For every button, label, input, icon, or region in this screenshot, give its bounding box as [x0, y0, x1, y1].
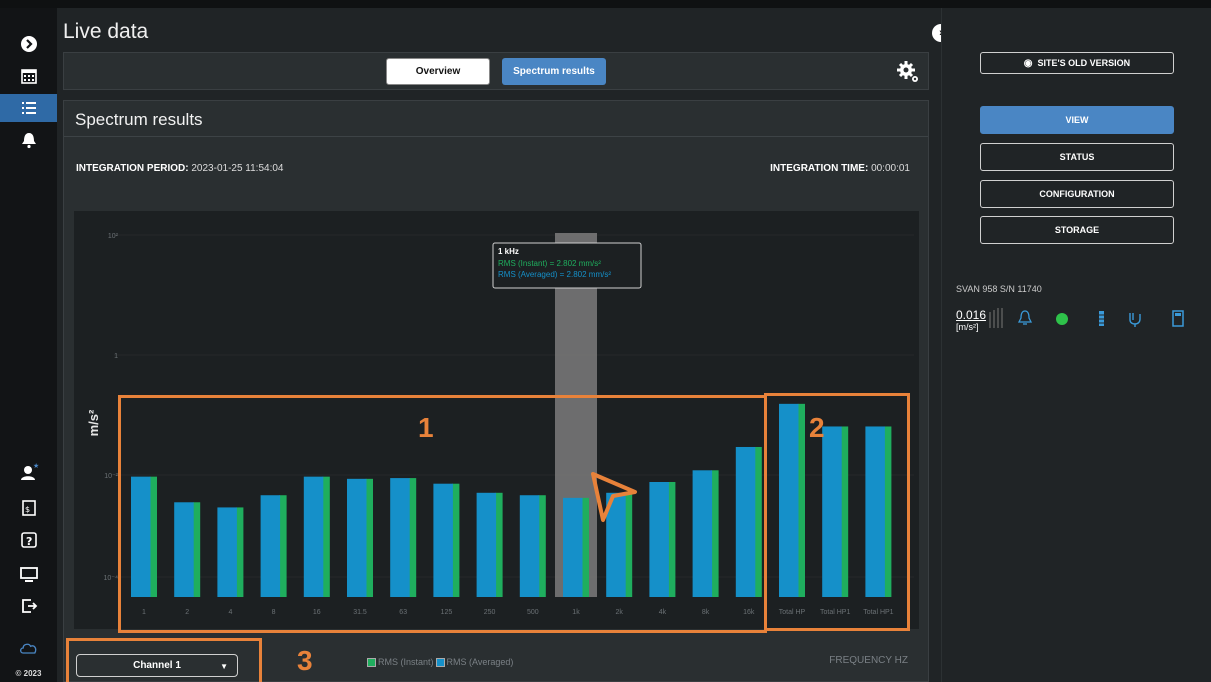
status-button[interactable]: STATUS: [980, 143, 1174, 171]
monitor-icon[interactable]: [0, 560, 57, 588]
user-favorite-icon[interactable]: ★: [0, 458, 57, 486]
integration-time: INTEGRATION TIME: 00:00:01: [770, 163, 910, 174]
legend-instant-label[interactable]: RMS (Instant): [378, 657, 434, 667]
annotation-number-1: 1: [418, 412, 434, 443]
cursor-arrow-icon: [591, 472, 637, 522]
tooltip-averaged: RMS (Averaged) = 2.802 mm/s²: [498, 270, 611, 279]
annotation-number-2: 2: [809, 412, 825, 443]
bell-icon[interactable]: [0, 126, 57, 154]
app-root: ★ $ ? © 2023 Live data Overview Spectrum…: [0, 0, 1211, 682]
device-value: 0.016: [956, 308, 987, 322]
old-version-label: SITE'S OLD VERSION: [1037, 58, 1131, 68]
integration-period-label: INTEGRATION PERIOD:: [76, 163, 189, 174]
left-nav: ★ $ ? © 2023: [0, 8, 57, 682]
integration-time-label: INTEGRATION TIME:: [770, 163, 869, 174]
y-tick-label: 1: [114, 353, 118, 360]
expand-nav-icon[interactable]: [0, 30, 57, 58]
list-icon[interactable]: [0, 94, 57, 122]
level-meter-icon: [989, 308, 1003, 328]
svg-text:?: ?: [26, 535, 32, 548]
configuration-button[interactable]: CONFIGURATION: [980, 180, 1174, 208]
power-plug-icon: [1129, 313, 1141, 327]
view-button[interactable]: VIEW: [980, 106, 1174, 134]
calendar-icon[interactable]: [0, 62, 57, 90]
integration-period-value: 2023-01-25 11:54:04: [191, 163, 284, 174]
device-name: SVAN 958 S/N 11740: [956, 284, 1042, 294]
svg-text:$: $: [25, 505, 30, 514]
status-dot-icon: [1056, 313, 1068, 325]
y-tick-label: 10²: [108, 233, 119, 240]
tab-overview[interactable]: Overview: [386, 58, 490, 85]
annotation-number-3: 3: [297, 645, 313, 676]
y-axis-label: m/s²: [86, 409, 101, 436]
svg-text:★: ★: [33, 462, 39, 470]
alarm-bell-icon[interactable]: [1017, 308, 1033, 328]
frequency-axis-label: FREQUENCY HZ: [829, 655, 908, 666]
integration-period: INTEGRATION PERIOD: 2023-01-25 11:54:04: [76, 163, 284, 174]
legend-averaged-swatch[interactable]: [435, 657, 445, 667]
chart-legend: RMS (Instant) RMS (Averaged): [367, 657, 513, 667]
tab-bar: Overview Spectrum results: [63, 52, 929, 90]
annotation-box-1: [118, 395, 767, 633]
tooltip-instant: RMS (Instant) = 2.802 mm/s²: [498, 259, 601, 268]
top-strip: [0, 0, 1211, 8]
panel-divider: [64, 136, 928, 137]
billing-icon[interactable]: $: [0, 494, 57, 522]
copyright: © 2023: [15, 669, 42, 678]
legend-instant-swatch[interactable]: [367, 657, 376, 667]
logout-icon[interactable]: [0, 592, 57, 620]
y-tick-label: 10⁻²: [104, 473, 118, 480]
tooltip-title: 1 kHz: [498, 247, 519, 256]
page-title: Live data: [63, 20, 149, 43]
legend-averaged-label[interactable]: RMS (Averaged): [447, 657, 514, 667]
integration-time-value: 00:00:01: [871, 163, 910, 174]
device-unit: [m/s²]: [956, 322, 979, 332]
storage-button[interactable]: STORAGE: [980, 216, 1174, 244]
battery-icon: [1099, 311, 1104, 326]
memory-card-icon: [1172, 310, 1184, 327]
annotation-box-2: [764, 393, 910, 631]
y-tick-label: 10⁻⁴: [104, 575, 119, 582]
help-icon[interactable]: ?: [0, 526, 57, 554]
right-panel: ◉ SITE'S OLD VERSION VIEW STATUS CONFIGU…: [941, 8, 1211, 682]
cloud-logo-icon: [0, 634, 57, 662]
tab-spectrum-results[interactable]: Spectrum results: [502, 58, 606, 85]
settings-gear-icon[interactable]: [896, 60, 920, 84]
annotation-box-3: [66, 638, 262, 682]
globe-icon: ◉: [1023, 57, 1033, 69]
panel-title: Spectrum results: [75, 110, 203, 129]
old-version-button[interactable]: ◉ SITE'S OLD VERSION: [980, 52, 1174, 74]
